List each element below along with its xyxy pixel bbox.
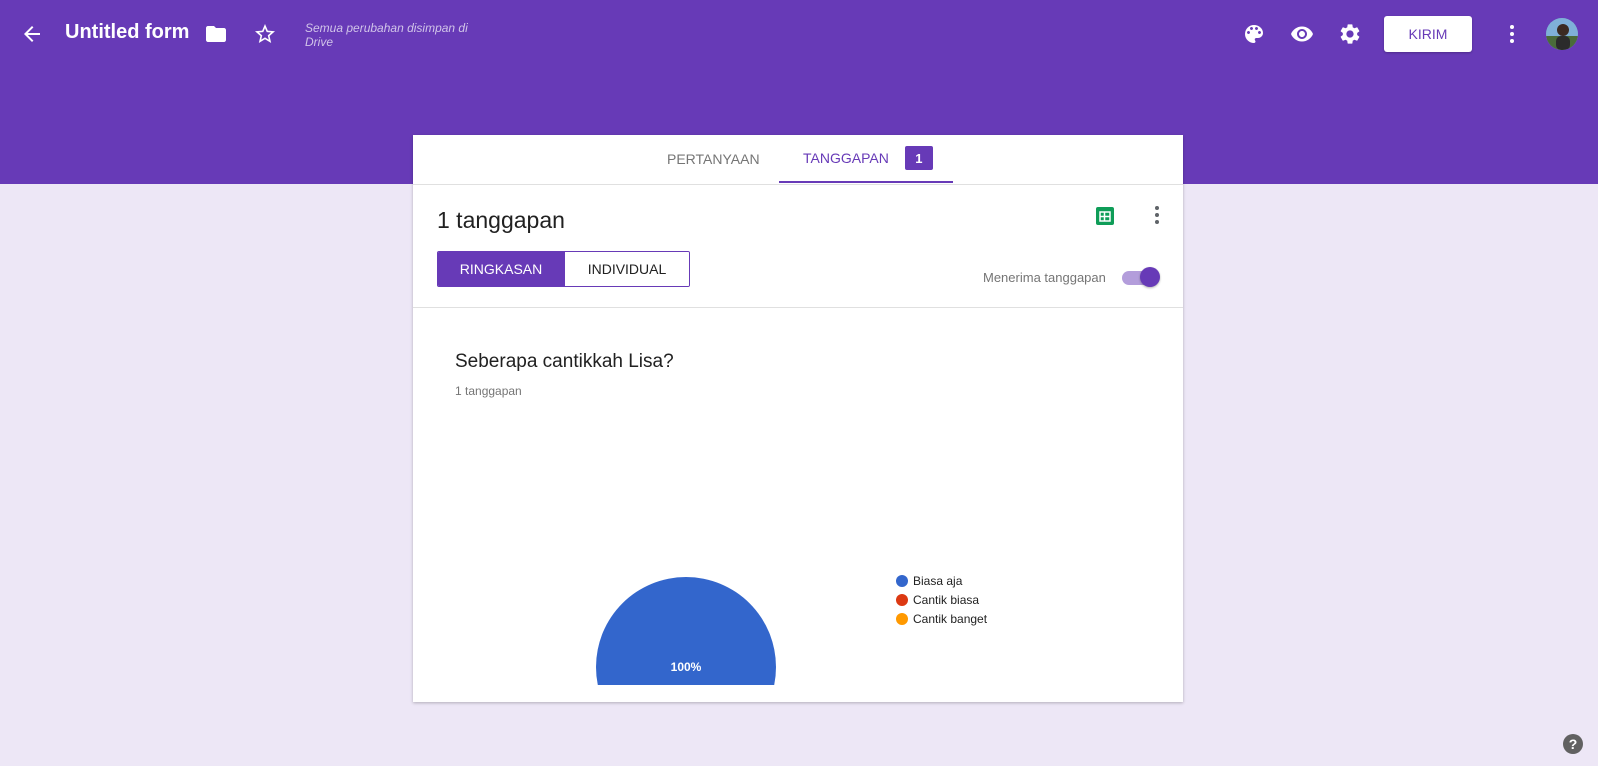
- legend-marker: [896, 594, 908, 606]
- back-arrow-icon[interactable]: [20, 22, 44, 46]
- responses-count-badge: 1: [904, 146, 933, 170]
- palette-icon[interactable]: [1242, 22, 1266, 46]
- tab-responses-label: TANGGAPAN: [803, 150, 889, 166]
- pie-chart: 100% Biasa aja Cantik biasa Cantik banget: [596, 574, 988, 685]
- question-response-count: 1 tanggapan: [455, 384, 522, 398]
- tab-questions[interactable]: PERTANYAAN: [667, 135, 760, 183]
- eye-icon[interactable]: [1290, 22, 1314, 46]
- save-status-text: Semua perubahan disimpan di Drive: [305, 21, 468, 49]
- responses-more-icon[interactable]: [1145, 203, 1169, 227]
- gear-icon[interactable]: [1338, 22, 1362, 46]
- pie-slices: 100%: [596, 577, 776, 685]
- more-vert-icon[interactable]: [1500, 22, 1524, 46]
- legend-label: Cantik banget: [913, 612, 988, 626]
- avatar[interactable]: [1546, 18, 1578, 50]
- responses-card: PERTANYAAN TANGGAPAN 1 1 tanggapan RINGK…: [413, 135, 1183, 702]
- legend-marker: [896, 613, 908, 625]
- individual-tab[interactable]: INDIVIDUAL: [564, 252, 689, 286]
- accepting-toggle[interactable]: [1140, 267, 1160, 287]
- folder-icon[interactable]: [204, 22, 228, 46]
- star-icon[interactable]: [253, 22, 277, 46]
- help-icon[interactable]: ?: [1563, 734, 1583, 754]
- tab-bar: PERTANYAAN TANGGAPAN 1: [413, 135, 1183, 185]
- accepting-responses-label: Menerima tanggapan: [983, 270, 1106, 285]
- tab-responses[interactable]: TANGGAPAN 1: [779, 135, 953, 183]
- send-button[interactable]: KIRIM: [1384, 16, 1472, 52]
- responses-count-title: 1 tanggapan: [437, 207, 565, 233]
- form-title[interactable]: Untitled form: [65, 21, 189, 44]
- sheets-icon[interactable]: [1096, 207, 1114, 225]
- summary-tab[interactable]: RINGKASAN: [438, 252, 564, 286]
- legend-marker: [896, 575, 908, 587]
- responses-header: 1 tanggapan RINGKASAN INDIVIDUAL Menerim…: [413, 185, 1183, 308]
- legend-label: Cantik biasa: [913, 593, 979, 607]
- pie-slice-percent-label: 100%: [671, 660, 702, 674]
- question-title: Seberapa cantikkah Lisa?: [455, 351, 674, 372]
- view-toggle: RINGKASAN INDIVIDUAL: [437, 251, 690, 287]
- legend-label: Biasa aja: [913, 574, 963, 588]
- chart-legend: Biasa aja Cantik biasa Cantik banget: [896, 574, 988, 626]
